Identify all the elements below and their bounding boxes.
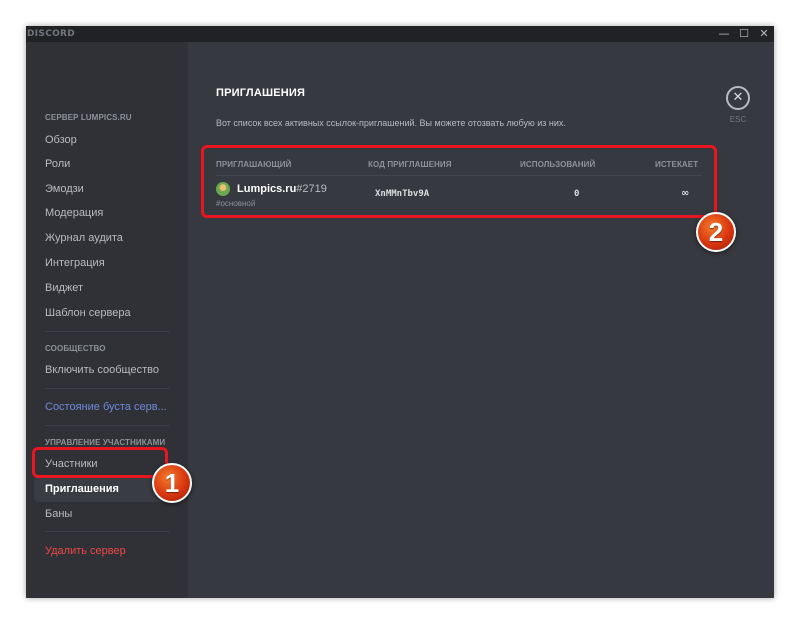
sidebar-item-widget[interactable]: Виджет xyxy=(45,281,83,295)
sidebar-item-invites[interactable]: Приглашения xyxy=(34,476,164,502)
sidebar-item-audit-log[interactable]: Журнал аудита xyxy=(45,231,123,245)
page-title: ПРИГЛАШЕНИЯ xyxy=(216,87,306,99)
minimize-button[interactable]: — xyxy=(714,26,734,42)
settings-sidebar: СЕРВЕР LUMPICS.RU Обзор Роли Эмодзи Моде… xyxy=(26,42,188,598)
sidebar-header-server: СЕРВЕР LUMPICS.RU xyxy=(45,113,132,122)
sidebar-item-integrations[interactable]: Интеграция xyxy=(45,256,105,270)
sidebar-divider xyxy=(45,331,170,332)
sidebar-item-boost-status[interactable]: Состояние буста серв... xyxy=(45,400,167,414)
sidebar-item-overview[interactable]: Обзор xyxy=(45,133,77,147)
sidebar-header-members: УПРАВЛЕНИЕ УЧАСТНИКАМИ xyxy=(45,438,166,447)
sidebar-divider xyxy=(45,388,170,389)
maximize-button[interactable]: ☐ xyxy=(734,26,754,42)
close-settings-button[interactable]: ✕ xyxy=(726,86,750,110)
sidebar-item-delete-server[interactable]: Удалить сервер xyxy=(45,544,126,558)
step-badge-1: 1 xyxy=(152,463,192,503)
highlight-box-invites-menu xyxy=(32,447,168,478)
invites-panel: ПРИГЛАШЕНИЯ Вот список всех активных ссы… xyxy=(188,42,774,598)
highlight-box-invite-table xyxy=(201,145,717,218)
discord-logo-text: DISCORD xyxy=(27,29,76,39)
sidebar-item-roles[interactable]: Роли xyxy=(45,157,70,171)
close-window-button[interactable]: ✕ xyxy=(754,26,774,42)
sidebar-item-emoji[interactable]: Эмодзи xyxy=(45,182,84,196)
sidebar-item-moderation[interactable]: Модерация xyxy=(45,206,103,220)
sidebar-item-server-template[interactable]: Шаблон сервера xyxy=(45,306,131,320)
titlebar: DISCORD — ☐ ✕ xyxy=(26,26,774,42)
discord-window: DISCORD — ☐ ✕ СЕРВЕР LUMPICS.RU Обзор Ро… xyxy=(26,26,774,598)
esc-label: ESC xyxy=(729,115,747,124)
sidebar-item-enable-community[interactable]: Включить сообщество xyxy=(45,363,159,377)
page-description: Вот список всех активных ссылок-приглаше… xyxy=(216,118,566,128)
sidebar-divider xyxy=(45,425,170,426)
sidebar-divider xyxy=(45,531,170,532)
sidebar-item-bans[interactable]: Баны xyxy=(45,507,72,521)
close-icon: ✕ xyxy=(732,90,744,105)
step-badge-2: 2 xyxy=(696,212,736,252)
sidebar-header-community: СООБЩЕСТВО xyxy=(45,344,106,353)
